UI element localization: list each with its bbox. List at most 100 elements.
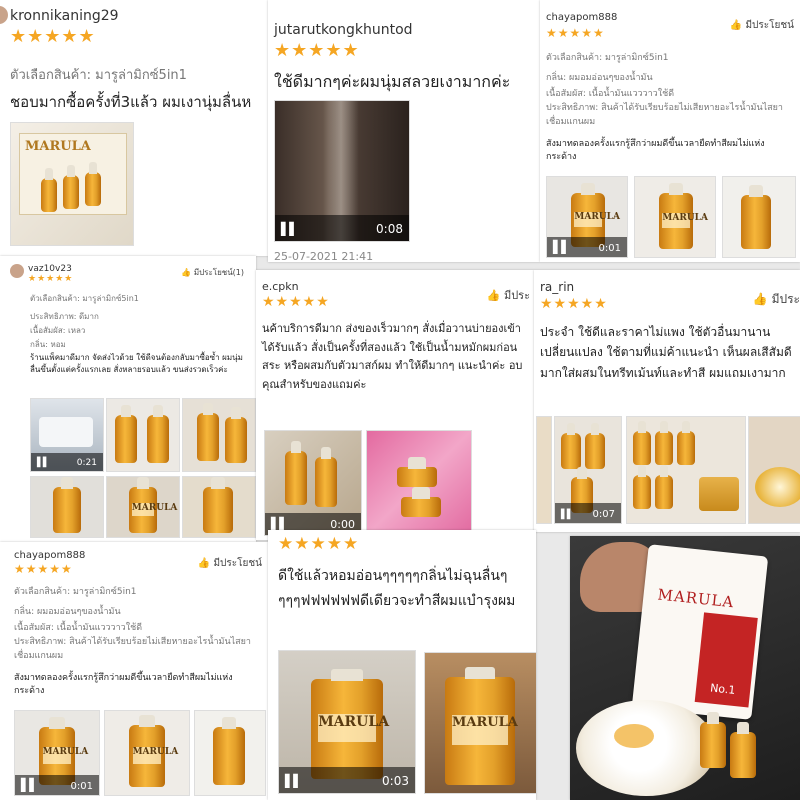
- helpful-label: มีประ: [771, 292, 800, 306]
- video-duration: 0:08: [376, 222, 403, 236]
- video-duration: 0:01: [598, 243, 621, 254]
- review-card-1: kronnikaning29 ★★★★★ ตัวเลือกสินค้า: มาร…: [0, 0, 268, 256]
- review-photo[interactable]: [748, 416, 800, 524]
- review-video[interactable]: ▌▌ 0:21: [30, 398, 104, 472]
- bottle-label: MARULA: [662, 212, 708, 229]
- review-photo[interactable]: [536, 416, 552, 524]
- bottle-label: MARULA: [132, 746, 178, 765]
- review-video[interactable]: ▌▌ 0:08: [274, 100, 410, 242]
- rating-stars: ★★★★★: [278, 534, 360, 554]
- helpful-label: มีประ: [503, 289, 530, 302]
- review-photo[interactable]: [626, 416, 746, 524]
- review-photo[interactable]: [106, 398, 180, 472]
- bottle-label: MARULA: [131, 503, 177, 516]
- helpful-label: มีประโยชน์: [213, 558, 262, 569]
- review-card-2: jutarutkongkhuntod ★★★★★ ใช้ดีมากๆค่ะผมน…: [268, 0, 540, 262]
- rating-stars: ★★★★★: [546, 26, 605, 40]
- product-bottle: [85, 162, 101, 206]
- video-icon: ▌▌: [37, 458, 50, 468]
- review-text: ชอบมากซื้อครั้งที่3แล้ว ผมเงานุ่มลื่นห: [10, 93, 252, 111]
- rating-stars: ★★★★★: [274, 40, 360, 61]
- product-bottle: [633, 421, 651, 465]
- helpful-button[interactable]: 👍 มีประโยชน์(1): [181, 266, 244, 279]
- bottle-label: MARULA: [452, 714, 518, 746]
- review-card-9: MARULA No.1: [570, 536, 800, 800]
- review-video[interactable]: MARULA ▌▌ 0:01: [14, 710, 100, 796]
- reviewer-name[interactable]: chayapom888: [546, 12, 617, 23]
- review-smell: กลิ่น: ผมอมอ่อนๆของน้ำมัน: [14, 607, 121, 617]
- treatment-jar: [699, 477, 739, 511]
- product-option: ตัวเลือกสินค้า: มารูล่ามิกซ์5in1: [30, 294, 139, 303]
- reviewer-name[interactable]: vaz10v23: [28, 264, 72, 274]
- review-card-8: ★★★★★ ดีใช้แล้วหอมอ่อนๆๆๆๆๆกลิ่นไม่ฉุนลื…: [268, 530, 536, 800]
- review-photo[interactable]: MARULA: [634, 176, 716, 258]
- review-card-7: chayapom888 👍 มีประโยชน์ ★★★★★ ตัวเลือกส…: [0, 542, 268, 800]
- review-texture: เนื้อสัมผัส: เหลว: [30, 326, 86, 335]
- helpful-button[interactable]: 👍 มีประ: [753, 290, 800, 309]
- oil-swirl: [614, 724, 654, 748]
- review-body: สังมาทดลองครั้งแรกรู้สึกว่าผมดีขึ้นเวลาย…: [14, 673, 233, 697]
- review-photo[interactable]: MARULA: [106, 476, 180, 538]
- review-video[interactable]: ▌▌ 0:07: [554, 416, 622, 524]
- review-photo[interactable]: [366, 430, 472, 536]
- avatar[interactable]: [0, 6, 8, 24]
- rating-stars: ★★★★★: [540, 296, 608, 312]
- package: [39, 417, 93, 447]
- review-photo[interactable]: [182, 398, 256, 472]
- video-icon: ▌▌: [21, 778, 38, 792]
- brand-logo: MARULA: [25, 139, 91, 154]
- review-photo[interactable]: MARULA: [424, 652, 536, 794]
- reviewer-name[interactable]: e.cpkn: [262, 280, 299, 293]
- review-video[interactable]: ▌▌ 0:00: [264, 430, 362, 536]
- review-card-5: e.cpkn 👍 มีประ ★★★★★ นค้าบริการดีมาก ส่ง…: [256, 270, 534, 540]
- product-bottle: [63, 165, 79, 209]
- review-photo[interactable]: [722, 176, 796, 258]
- thumbs-up-icon: 👍: [181, 268, 192, 277]
- bottle-label: MARULA: [318, 714, 389, 742]
- reviewer-name[interactable]: jutarutkongkhuntod: [274, 22, 413, 38]
- pouch-sub: No.1: [709, 681, 737, 697]
- product-bottle: MARULA: [129, 477, 177, 533]
- review-video[interactable]: MARULA ▌▌ 0:03: [278, 650, 416, 794]
- helpful-button[interactable]: 👍 มีประโยชน์: [730, 18, 794, 33]
- video-icon: ▌▌: [285, 774, 302, 788]
- helpful-button[interactable]: 👍 มีประโยชน์: [198, 556, 262, 571]
- product-option: ตัวเลือกสินค้า: มารูล่ามิกซ์5in1: [14, 587, 137, 597]
- review-photo[interactable]: MARULA: [10, 122, 134, 246]
- reviewer-name[interactable]: ra_rin: [540, 280, 574, 294]
- product-bottle: [633, 465, 651, 509]
- product-bottle: [655, 465, 673, 509]
- video-duration: 0:03: [382, 774, 409, 788]
- review-card-4: vaz10v23 👍 มีประโยชน์(1) ★★★★★ ตัวเลือกส…: [0, 256, 256, 542]
- review-photo[interactable]: [194, 710, 266, 796]
- review-photo[interactable]: [182, 476, 256, 538]
- video-bar: ▌▌ 0:01: [547, 237, 627, 257]
- video-icon: ▌▌: [561, 510, 574, 520]
- product-bottle: [741, 185, 771, 249]
- reviewer-name[interactable]: kronnikaning29: [10, 8, 119, 24]
- product-bottle: [203, 477, 233, 533]
- review-photo[interactable]: [30, 476, 104, 538]
- review-effect: ประสิทธิภาพ: ดีมาก: [30, 312, 99, 321]
- review-effect: ประสิทธิภาพ: สินค้าได้รับเรียบร้อยไม่เสี…: [546, 103, 783, 127]
- reviewer-name[interactable]: chayapom888: [14, 550, 85, 561]
- bottle-label: MARULA: [574, 211, 620, 227]
- review-photo[interactable]: MARULA: [104, 710, 190, 796]
- review-video[interactable]: MARULA ▌▌ 0:01: [546, 176, 628, 258]
- review-card-3: chayapom888 👍 มีประโยชน์ ★★★★★ ตัวเลือกส…: [540, 0, 800, 262]
- review-body: ร้านแพ็คมาดีมาก จัดส่งไวด้วย ใช้ดีจนต้อง…: [30, 353, 243, 374]
- thumbs-up-icon: 👍: [752, 292, 768, 306]
- thumbs-up-icon: 👍: [197, 558, 211, 569]
- review-smell: กลิ่น: หอม: [30, 340, 66, 349]
- avatar[interactable]: [10, 264, 24, 278]
- product-bottle: [213, 717, 245, 785]
- helpful-label: มีประโยชน์(1): [193, 268, 244, 277]
- rating-stars: ★★★★★: [14, 562, 73, 576]
- product-option: ตัวเลือกสินค้า: มารูล่ามิกซ์5in1: [10, 68, 187, 83]
- video-bar: ▌▌ 0:07: [555, 503, 621, 523]
- product-pouch[interactable]: MARULA No.1: [631, 544, 769, 720]
- helpful-button[interactable]: 👍 มีประ: [487, 286, 530, 304]
- product-bottle: MARULA: [129, 715, 178, 787]
- product-bottle: [700, 712, 726, 768]
- rating-stars: ★★★★★: [28, 274, 74, 284]
